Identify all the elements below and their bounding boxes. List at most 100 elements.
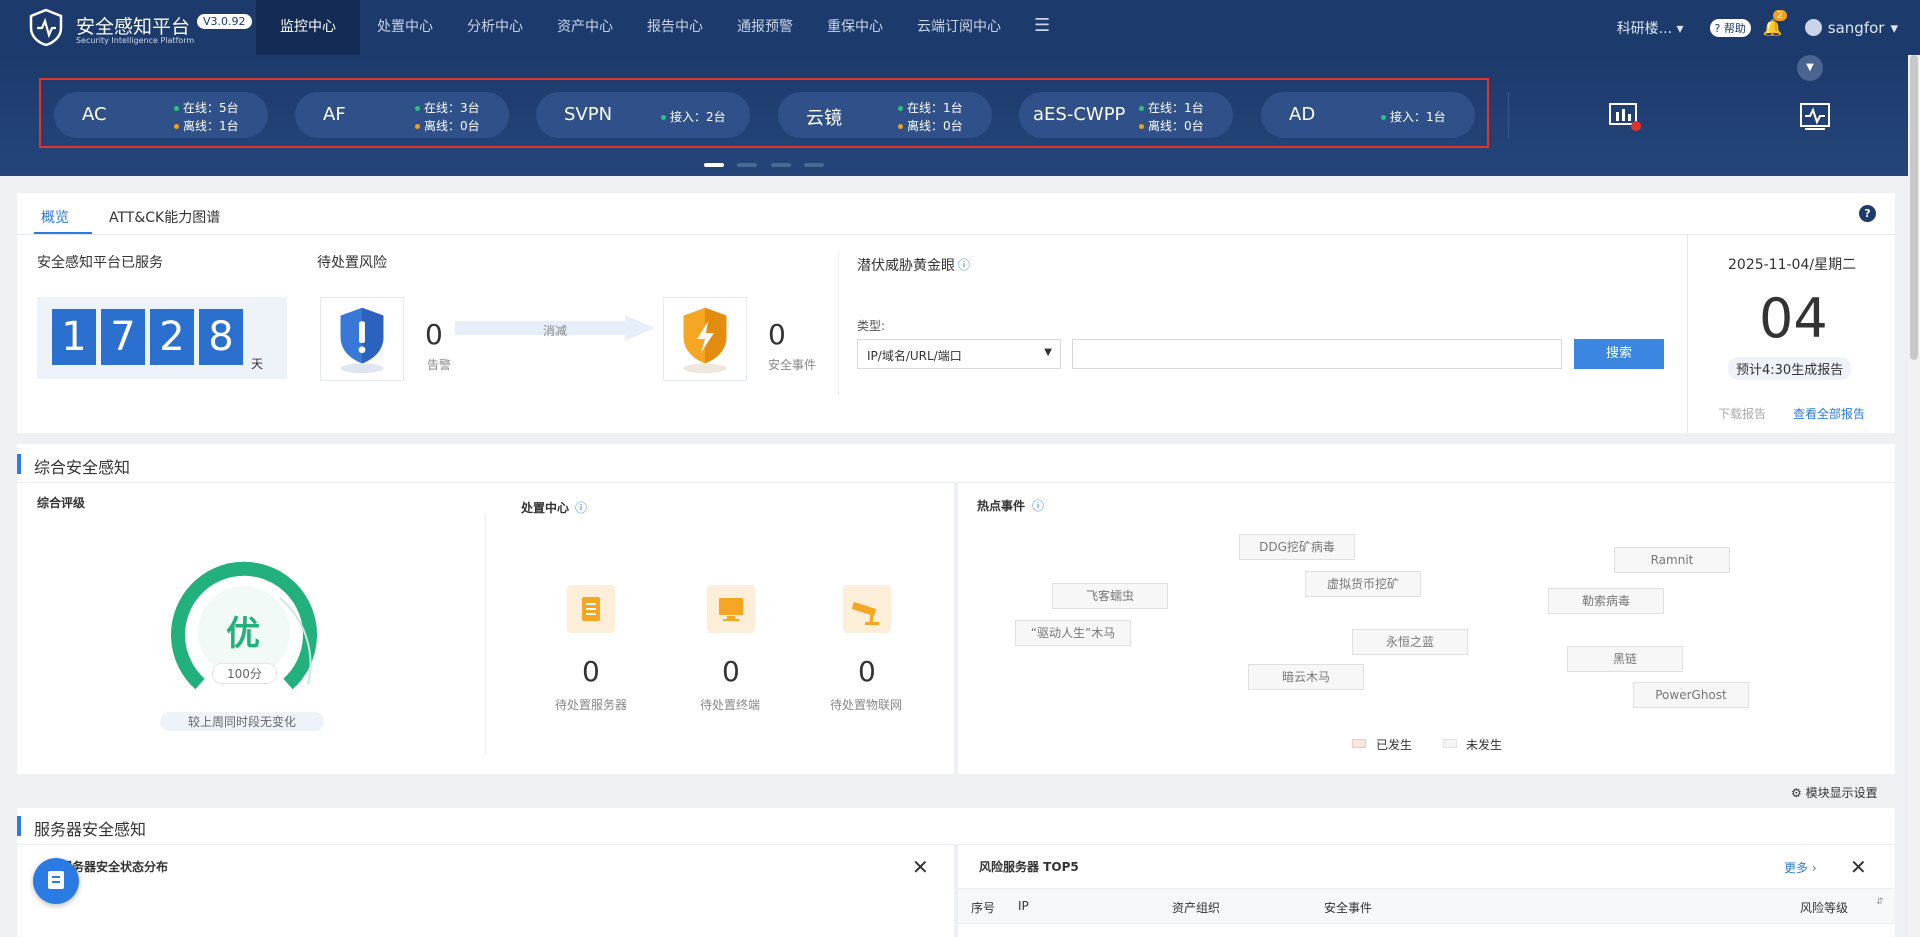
scrollbar-thumb[interactable] [1910, 55, 1918, 360]
info-icon[interactable]: ⓘ [575, 499, 587, 516]
info-icon[interactable]: ⓘ [1032, 497, 1044, 514]
device-name: AD [1289, 104, 1316, 125]
hot-event-tag[interactable]: Ramnit [1614, 547, 1730, 573]
hot-event-tag[interactable]: DDG挖矿病毒 [1239, 534, 1355, 560]
divider [838, 250, 839, 396]
device-card-yunjing[interactable]: 云镜 在线：1台 离线：0台 [778, 92, 992, 138]
section-marker [17, 816, 21, 836]
device-card-ad[interactable]: AD 接入：1台 [1261, 92, 1475, 138]
search-input[interactable] [1072, 339, 1562, 369]
device-access: 接入：1台 [1381, 108, 1446, 125]
nav-analysis-center[interactable]: 分析中心 [450, 0, 540, 55]
help-button[interactable]: ? 帮助 [1709, 18, 1751, 37]
carousel-dot-3[interactable] [771, 163, 791, 167]
nav-asset-center[interactable]: 资产中心 [540, 0, 630, 55]
disposal-value[interactable]: 0 [858, 655, 876, 688]
type-select[interactable]: IP/域名/URL/端口 ▼ [857, 339, 1061, 369]
device-card-af[interactable]: AF 在线：3台 离线：0台 [295, 92, 509, 138]
close-icon[interactable]: ✕ [912, 855, 929, 879]
days-digit: 1 [52, 309, 96, 365]
page-scrollbar[interactable] [1908, 55, 1920, 937]
col-asset-org[interactable]: 资产组织 [1172, 899, 1220, 916]
info-icon[interactable]: ⓘ [958, 256, 970, 273]
nav-protection-center[interactable]: 重保中心 [810, 0, 900, 55]
module-settings-button[interactable]: ⚙ 模块显示设置 [1791, 784, 1878, 801]
banner-divider [1508, 92, 1509, 138]
tab-active-underline [34, 232, 92, 234]
alerts-value[interactable]: 0 [425, 318, 443, 351]
sort-icon[interactable]: ⇵ [1876, 897, 1884, 907]
monitor-chart-icon[interactable] [1608, 102, 1642, 132]
rating-score: 100分 [212, 663, 277, 684]
nav-monitor-center[interactable]: 监控中心 [256, 0, 360, 55]
legend-occurred-swatch [1352, 739, 1366, 748]
hot-event-tag[interactable]: “驱动人生”木马 [1015, 620, 1131, 646]
col-ip[interactable]: IP [1018, 899, 1029, 913]
events-value[interactable]: 0 [768, 318, 786, 351]
disposal-value[interactable]: 0 [582, 655, 600, 688]
legend-not: 未发生 [1466, 738, 1503, 752]
avatar [1804, 19, 1822, 36]
hot-event-tag[interactable]: 永恒之蓝 [1352, 629, 1468, 655]
user-menu[interactable]: sangfor ▾ [1804, 19, 1898, 37]
disposal-value[interactable]: 0 [722, 655, 740, 688]
section-title: 综合安全感知 [34, 458, 131, 477]
alert-icon-box[interactable] [320, 297, 404, 381]
chat-fab-button[interactable] [33, 858, 79, 904]
download-report-link[interactable]: 下载报告 [1718, 405, 1766, 422]
org-label: 科研楼... [1616, 20, 1673, 37]
hot-event-tag[interactable]: 黑链 [1567, 646, 1683, 672]
table-header [958, 888, 1895, 924]
disposal-title: 处置中心 [521, 501, 570, 515]
rating-grade: 优 [226, 614, 260, 654]
device-card-aes-cwpp[interactable]: aES-CWPP 在线：1台 离线：0台 [1019, 92, 1233, 138]
hot-event-tag[interactable]: PowerGhost [1633, 682, 1749, 708]
close-icon[interactable]: ✕ [1850, 855, 1867, 879]
hot-event-tag[interactable]: 勒索病毒 [1548, 588, 1664, 614]
more-menu-icon[interactable]: ☰ [1018, 0, 1066, 55]
gear-icon: ⚙ [1791, 786, 1802, 800]
nav-report-center[interactable]: 报告中心 [630, 0, 720, 55]
device-card-svpn[interactable]: SVPN 接入：2台 [536, 92, 750, 138]
help-question-icon[interactable]: ? [1859, 205, 1876, 222]
device-name: SVPN [564, 104, 613, 125]
type-select-value: IP/域名/URL/端口 [867, 349, 962, 363]
nav-bulletin[interactable]: 通报预警 [720, 0, 810, 55]
version-badge: V3.0.92 [197, 14, 252, 29]
more-link[interactable]: 更多 › [1784, 859, 1817, 876]
shield-logo-icon [29, 8, 63, 46]
hot-event-tag[interactable]: 虚拟货币挖矿 [1305, 571, 1421, 597]
col-risk-level[interactable]: 风险等级 [1800, 899, 1848, 916]
tab-attck[interactable]: ATT&CK能力图谱 [109, 207, 220, 227]
report-note: 预计4:30生成报告 [1728, 357, 1852, 380]
carousel-dot-4[interactable] [804, 163, 824, 167]
tab-overview[interactable]: 概览 [41, 207, 69, 227]
event-icon-box[interactable] [663, 297, 747, 381]
nav-disposal-center[interactable]: 处置中心 [360, 0, 450, 55]
device-online: 在线：1台 [1139, 99, 1204, 116]
hot-event-tag[interactable]: 暗云木马 [1248, 664, 1364, 690]
days-digit: 2 [150, 309, 194, 365]
nav-cloud-subscription[interactable]: 云端订阅中心 [900, 0, 1018, 55]
carousel-dot-2[interactable] [737, 163, 757, 167]
reduce-label: 消减 [543, 324, 568, 338]
org-selector[interactable]: 科研楼... ▾ [1617, 18, 1684, 38]
event-shield-icon [683, 307, 727, 374]
chevron-down-icon[interactable]: ▼ [1797, 55, 1823, 81]
app-logo[interactable]: 安全感知平台 Security Intelligence Platform [28, 8, 194, 46]
section-title: 服务器安全感知 [34, 820, 147, 839]
device-offline: 离线：0台 [415, 117, 480, 134]
col-security-event[interactable]: 安全事件 [1324, 899, 1372, 916]
view-all-reports-link[interactable]: 查看全部报告 [1793, 405, 1865, 422]
col-index: 序号 [971, 901, 996, 915]
app-subtitle: Security Intelligence Platform [76, 36, 195, 45]
device-card-ac[interactable]: AC 在线：5台 离线：1台 [54, 92, 268, 138]
alerts-label: 告警 [427, 358, 452, 372]
app-title: 安全感知平台 [76, 16, 191, 38]
monitor-pulse-icon[interactable] [1798, 102, 1832, 132]
carousel-dot-1[interactable] [704, 163, 724, 167]
search-button[interactable]: 搜索 [1574, 339, 1664, 369]
hot-event-tag[interactable]: 飞客蠕虫 [1052, 583, 1168, 609]
module-settings-label: 模块显示设置 [1805, 786, 1878, 800]
notification-bell-icon[interactable]: 🔔 2 [1763, 10, 1788, 37]
